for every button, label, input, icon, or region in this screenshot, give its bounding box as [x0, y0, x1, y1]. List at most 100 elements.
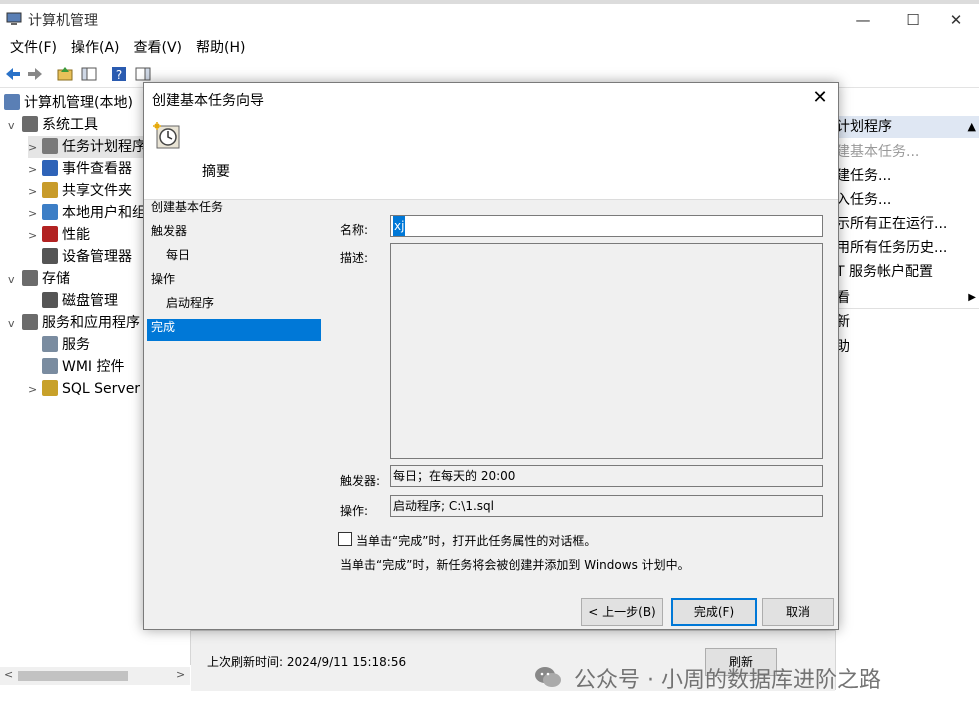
tree-node-icon [42, 336, 58, 352]
action-item[interactable]: T 服务帐户配置 [836, 260, 979, 284]
minimize-button[interactable]: — [840, 8, 886, 32]
action-item[interactable]: 入任务... [836, 188, 979, 212]
tree-item-label: 本地用户和组 [62, 205, 146, 221]
collapse-up-icon[interactable]: ▲ [968, 116, 976, 138]
description-label: 描述: [340, 251, 369, 265]
action-label: 操作: [340, 504, 369, 518]
menu-view[interactable]: 查看(V) [134, 36, 183, 60]
tree-item[interactable]: 服务 [28, 334, 90, 356]
last-refresh-text: 上次刷新时间: 2024/9/11 15:18:56 [207, 655, 407, 669]
up-folder-icon[interactable] [56, 65, 74, 83]
tree-node-icon [22, 116, 38, 132]
cancel-button[interactable]: 取消 [762, 598, 834, 626]
action-item[interactable]: 示所有正在运行... [836, 212, 979, 236]
chevron-right-icon[interactable]: > [28, 181, 42, 203]
help-icon[interactable]: ? [110, 65, 128, 83]
tree-item[interactable]: > 性能 [28, 224, 90, 246]
window-titlebar: 计算机管理 — ☐ ✕ [0, 4, 979, 34]
tree-node-icon [42, 182, 58, 198]
tree-item-label: 事件查看器 [62, 161, 132, 177]
menu-bar: 文件(F) 操作(A) 查看(V) 帮助(H) [0, 36, 979, 60]
create-basic-task-wizard: 创建基本任务向导 ✕ 摘要 创建基本任务 触发器 每日 操作 启动程序 完成 名称: xj… [143, 82, 839, 630]
submenu-arrow-icon: ▶ [968, 292, 976, 303]
wizard-page-title: 摘要 [202, 164, 230, 180]
tree-node-icon [42, 248, 58, 264]
chevron-down-icon[interactable]: v [8, 313, 22, 335]
name-label: 名称: [340, 223, 369, 237]
chevron-right-icon[interactable]: > [28, 159, 42, 181]
tree-horizontal-scrollbar[interactable]: < > [0, 667, 190, 685]
chevron-down-icon[interactable]: v [8, 269, 22, 291]
wizard-steps: 创建基本任务 触发器 每日 操作 启动程序 完成 [144, 199, 324, 619]
tree-item[interactable]: > SQL Server [28, 378, 140, 400]
dialog-titlebar: 创建基本任务向导 ✕ [144, 83, 838, 113]
actions-pane: 计划程序 ▲ 建基本任务... 建任务... 入任务... 示所有正在运行... 用所有… [835, 90, 979, 690]
trigger-field: 每日；在每天的 20:00 [390, 465, 823, 487]
chevron-right-icon[interactable]: > [28, 379, 42, 401]
open-properties-label[interactable]: 当单击“完成”时，打开此任务属性的对话框。 [356, 532, 596, 549]
tree-item-label: 设备管理器 [62, 249, 132, 265]
window-title: 计算机管理 [28, 13, 98, 29]
task-clock-icon [153, 122, 180, 149]
tree-item-label: 存储 [42, 271, 70, 287]
action-item[interactable]: 建基本任务... [836, 140, 979, 164]
tree-item-label: 性能 [62, 227, 90, 243]
dialog-close-button[interactable]: ✕ [806, 85, 834, 111]
chevron-right-icon[interactable]: > [28, 137, 42, 159]
computer-management-icon [6, 12, 22, 25]
action-item[interactable]: 新 [836, 310, 979, 334]
tree-item[interactable]: 磁盘管理 [28, 290, 118, 312]
computer-icon [4, 94, 20, 110]
maximize-button[interactable]: ☐ [890, 8, 936, 32]
finish-info-text: 当单击“完成”时，新任务将会被创建并添加到 Windows 计划中。 [340, 558, 690, 572]
dialog-title: 创建基本任务向导 [152, 93, 264, 109]
action-item[interactable]: 看 ▶ [836, 286, 979, 310]
show-hide-tree-icon[interactable] [80, 65, 98, 83]
tree-root[interactable]: 计算机管理(本地) [4, 92, 133, 114]
tree-item[interactable]: 设备管理器 [28, 246, 132, 268]
action-field: 启动程序; C:\1.sql [390, 495, 823, 517]
action-item[interactable]: 用所有任务历史... [836, 236, 979, 260]
actions-header[interactable]: 计划程序 ▲ [836, 116, 979, 138]
open-properties-checkbox[interactable] [338, 532, 352, 546]
tree-node-icon [42, 138, 58, 154]
tree-item[interactable]: WMI 控件 [28, 356, 125, 378]
tree-item[interactable]: > 任务计划程序 [28, 136, 146, 158]
tree-item-label: 系统工具 [42, 117, 98, 133]
tree-item-label: 服务 [62, 337, 90, 353]
name-field[interactable]: xj [390, 215, 823, 237]
wizard-step: 创建基本任务 [151, 200, 224, 214]
menu-file[interactable]: 文件(F) [10, 36, 57, 60]
back-arrow-icon[interactable] [4, 65, 22, 83]
scroll-thumb[interactable] [18, 671, 128, 681]
tree-node-icon [42, 160, 58, 176]
description-field[interactable] [390, 243, 823, 459]
tree-item[interactable]: > 共享文件夹 [28, 180, 132, 202]
tree-item[interactable]: v 存储 [8, 268, 70, 290]
show-action-pane-icon[interactable] [134, 65, 152, 83]
watermark-text: 公众号 · 小周的数据库进阶之路 [574, 668, 881, 693]
tree-item[interactable]: > 本地用户和组 [28, 202, 146, 224]
tree-node-icon [42, 292, 58, 308]
tree-item-label: WMI 控件 [62, 359, 125, 375]
finish-button[interactable]: 完成(F) [671, 598, 757, 626]
close-window-button[interactable]: ✕ [933, 8, 979, 32]
tree-node-icon [22, 270, 38, 286]
forward-arrow-icon[interactable] [26, 65, 44, 83]
chevron-down-icon[interactable]: v [8, 115, 22, 137]
menu-action[interactable]: 操作(A) [71, 36, 120, 60]
chevron-right-icon[interactable]: > [28, 203, 42, 225]
tree-node-icon [42, 204, 58, 220]
tree-node-icon [42, 380, 58, 396]
tree-item-label: SQL Server [62, 381, 141, 397]
wizard-step: 触发器 [151, 224, 188, 238]
action-item[interactable]: 建任务... [836, 164, 979, 188]
tree-item[interactable]: v 系统工具 [8, 114, 98, 136]
svg-text:?: ? [116, 68, 122, 82]
tree-item[interactable]: > 事件查看器 [28, 158, 132, 180]
tree-item[interactable]: v 服务和应用程序 [8, 312, 140, 334]
action-item[interactable]: 助 [836, 335, 979, 359]
back-button[interactable]: < 上一步(B) [581, 598, 663, 626]
menu-help[interactable]: 帮助(H) [196, 36, 245, 60]
chevron-right-icon[interactable]: > [28, 225, 42, 247]
